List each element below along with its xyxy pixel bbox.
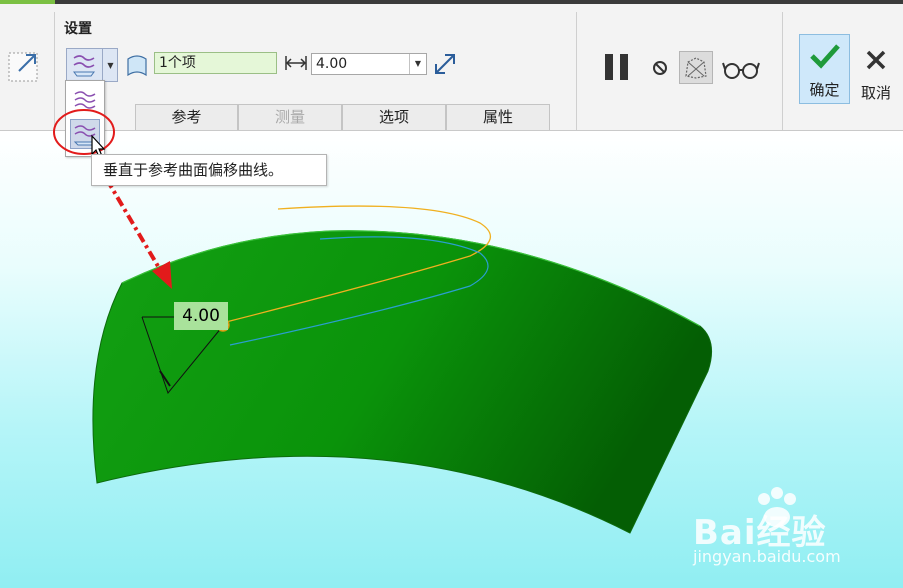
- dimension-label[interactable]: 4.00: [174, 302, 228, 330]
- distance-icon: [283, 52, 309, 74]
- ribbon-separator: [576, 12, 577, 130]
- tab-options[interactable]: 选项: [342, 104, 446, 130]
- tooltip: 垂直于参考曲面偏移曲线。: [91, 154, 327, 186]
- surface-quilt-icon: [124, 50, 150, 80]
- checkmark-icon: [808, 41, 842, 71]
- ok-button[interactable]: 确定: [799, 34, 850, 104]
- tab-properties[interactable]: 属性: [446, 104, 550, 130]
- chevron-down-icon[interactable]: ▼: [102, 49, 118, 81]
- cancel-button[interactable]: 取消: [852, 34, 900, 104]
- geometry-preview-icon[interactable]: [679, 51, 713, 84]
- ok-label: 确定: [809, 81, 840, 99]
- reference-collector-field[interactable]: 1个项: [154, 52, 277, 74]
- no-preview-icon[interactable]: [648, 56, 672, 80]
- paw-icon: [752, 487, 802, 529]
- tab-measure[interactable]: 测量: [238, 104, 342, 130]
- offset-value-input[interactable]: 4.00 ▼: [311, 53, 427, 75]
- cancel-label: 取消: [860, 84, 891, 102]
- pause-icon[interactable]: [600, 50, 634, 84]
- glasses-preview-icon[interactable]: [722, 56, 760, 82]
- settings-group-label: 设置: [64, 21, 92, 37]
- offset-value-text: 4.00: [316, 56, 348, 72]
- graphics-viewport[interactable]: 4.00 Bai经验 jingyan.baidu.com: [0, 131, 903, 588]
- chevron-down-icon[interactable]: ▼: [409, 54, 426, 74]
- flip-direction-icon[interactable]: [431, 50, 459, 78]
- ribbon-separator: [782, 12, 783, 130]
- watermark-url: jingyan.baidu.com: [693, 547, 841, 566]
- offset-type-icon: [67, 49, 101, 81]
- expand-corner-icon[interactable]: [4, 48, 42, 86]
- offset-type-dropdown[interactable]: ▼: [66, 48, 118, 82]
- close-x-icon: [864, 48, 888, 72]
